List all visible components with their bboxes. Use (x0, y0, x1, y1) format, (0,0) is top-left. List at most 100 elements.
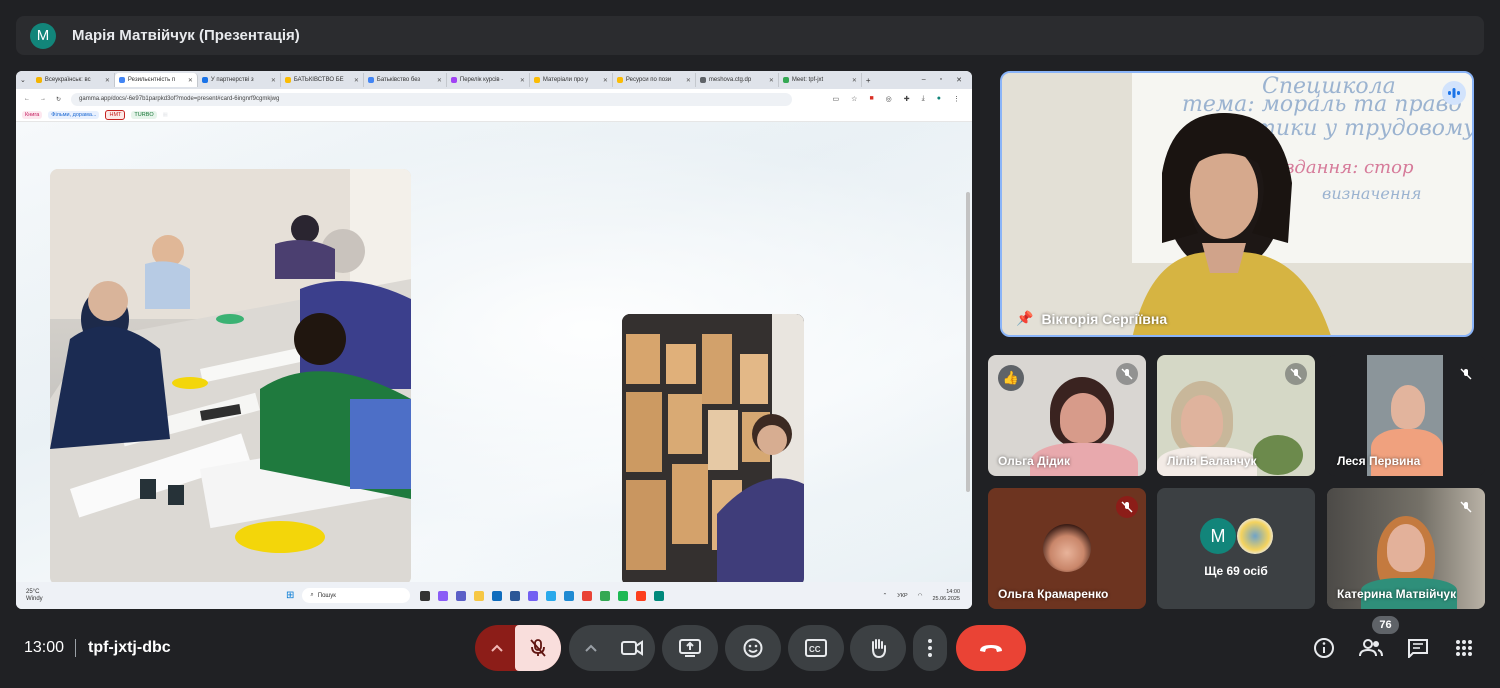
background-plant (1253, 435, 1303, 475)
copilot-icon (438, 590, 449, 601)
activities-button[interactable] (1452, 636, 1476, 660)
participant-name: Ольга Крамаренко (998, 587, 1109, 601)
system-clock: 14:00 25.06.2025 (932, 589, 960, 603)
chrome-icon (582, 590, 593, 601)
tab-close-icon: ✕ (104, 77, 110, 84)
bookmark-1: Фільми, дорама... (48, 111, 100, 119)
meet-icon (654, 590, 665, 601)
tab-close-icon: ✕ (270, 77, 276, 84)
meeting-code: tpf-jxtj-dbc (88, 639, 171, 656)
chevron-up-icon (585, 644, 597, 652)
thumbs-up-reaction-icon: 👍 (998, 365, 1024, 391)
raise-hand-button[interactable] (850, 625, 906, 671)
more-participants-label: Ще 69 осіб (1204, 564, 1268, 578)
tab-close-icon: ✕ (187, 77, 193, 84)
page-scrollbar (966, 192, 970, 492)
mic-off-icon (1285, 363, 1307, 385)
browser-tab: БАТЬКІВСТВО БЕ ✕ (281, 73, 364, 87)
captions-button[interactable]: CC (788, 625, 844, 671)
search-icon: ⌕ (310, 592, 314, 598)
main-participant-tile[interactable]: Спецшкола тема: мораль та право етики у … (1000, 71, 1474, 337)
mic-control-group (475, 625, 561, 671)
tab-favicon-icon (699, 77, 706, 83)
extension-icon: ■ (869, 95, 874, 102)
pin-icon: 📌 (1016, 310, 1034, 326)
camera-toggle-button[interactable] (609, 625, 655, 671)
mic-options-button[interactable] (475, 625, 519, 671)
apps-grid-icon: ▦ (162, 112, 168, 118)
participant-avatar (1043, 524, 1091, 572)
browser-tab-label: meshova.ctg.dp (708, 77, 752, 83)
browser-tab-label: Meet: tpf-jxt (791, 77, 824, 83)
camera-control-group (569, 625, 655, 671)
system-tray: ⌃ УКР ◠ 14:00 25.06.2025 (883, 589, 972, 603)
participant-face (1181, 395, 1223, 447)
tab-favicon-icon (450, 77, 457, 83)
chat-icon (1408, 639, 1428, 658)
video-camera-icon (621, 640, 643, 656)
participant-tile-olga-didyk[interactable]: 👍 Ольга Дідик (988, 355, 1146, 476)
app-icon (600, 590, 611, 601)
raise-hand-icon (872, 639, 886, 659)
people-icon (1359, 639, 1383, 657)
tab-list-icon: ⌄ (20, 77, 26, 84)
tab-close-icon: ✕ (602, 77, 608, 84)
taskbar-apps (420, 590, 665, 601)
participant-name: Ольга Дідик (998, 454, 1071, 468)
main-tile-name: Вікторія Сергіївна (1041, 310, 1168, 327)
info-icon (1314, 638, 1334, 658)
svg-text:етики у трудовому: етики у трудовому (1242, 116, 1474, 141)
people-button[interactable] (1359, 636, 1383, 660)
tab-close-icon: ✕ (436, 77, 442, 84)
more-participants-tile[interactable]: M Ще 69 осіб (1157, 488, 1315, 609)
meeting-info-button[interactable] (1312, 636, 1336, 660)
participant-tile-olga-kramarenko[interactable]: Ольга Крамаренко (988, 488, 1146, 609)
weather-temp: 25°C (26, 588, 40, 595)
shared-screen: ⌄ Всеукраїнськ: вс ✕ Резильєнтність п ✕ У па… (16, 71, 972, 609)
more-options-button[interactable] (913, 625, 947, 671)
browser-tab-label: Перелік курсів - (459, 77, 504, 83)
svg-text:CC: CC (809, 645, 821, 654)
present-screen-button[interactable] (662, 625, 718, 671)
participant-tile-liliia-balanchuk[interactable]: Лілія Баланчук (1157, 355, 1315, 476)
reload-icon: ↻ (56, 96, 62, 103)
clock-time: 14:00 (946, 588, 960, 595)
camera-options-button[interactable] (569, 625, 613, 671)
participant-tile-kateryna-matviichuk[interactable]: Катерина Матвійчук (1327, 488, 1485, 609)
weather-desc: Windy (26, 595, 43, 602)
spotify-icon (618, 590, 629, 601)
divider (75, 639, 76, 657)
cast-icon: ▭ (832, 96, 840, 103)
more-vertical-icon (928, 639, 932, 657)
explorer-icon (474, 590, 485, 601)
leave-call-button[interactable] (956, 625, 1026, 671)
captions-icon: CC (805, 639, 827, 657)
chat-button[interactable] (1406, 636, 1430, 660)
participant-tile-lesia-pervyna[interactable]: Леся Первина (1327, 355, 1485, 476)
tab-close-icon: ✕ (768, 77, 774, 84)
windows-start-icon: ⊞ (286, 590, 295, 601)
browser-tab-label: БАТЬКІВСТВО БЕ (293, 77, 344, 83)
new-tab-icon: + (865, 75, 871, 85)
browser-tab-label: Резильєнтність п (127, 77, 176, 83)
task-view-icon (420, 590, 431, 601)
mic-off-icon (1116, 363, 1138, 385)
tab-favicon-icon (533, 77, 540, 83)
browser-tab: Батьківство без ✕ (364, 73, 447, 87)
browser-tab: Ресурси по пози ✕ (613, 73, 696, 87)
window-controls: – ▫ ✕ (922, 76, 972, 84)
emoji-reactions-button[interactable] (725, 625, 781, 671)
browser-tab-bar: ⌄ Всеукраїнськ: вс ✕ Резильєнтність п ✕ У па… (16, 71, 972, 89)
tab-favicon-icon (284, 77, 291, 83)
participant-face (1391, 385, 1425, 429)
browser-tab: Перелік курсів - ✕ (447, 73, 530, 87)
classroom-photo (50, 169, 411, 585)
mic-toggle-button[interactable] (515, 625, 561, 671)
weather-widget: 25°C Windy (16, 589, 286, 603)
svg-text:визначення: визначення (1322, 184, 1422, 203)
profile-icon: ● (936, 95, 941, 102)
participant-name: Леся Первина (1337, 454, 1421, 468)
windows-taskbar: 25°C Windy ⊞ ⌕ Пошук ⌃ УКР ◠ 14:00 25.06… (16, 582, 972, 609)
teams-icon (456, 590, 467, 601)
participant-name: Лілія Баланчук (1167, 454, 1257, 468)
